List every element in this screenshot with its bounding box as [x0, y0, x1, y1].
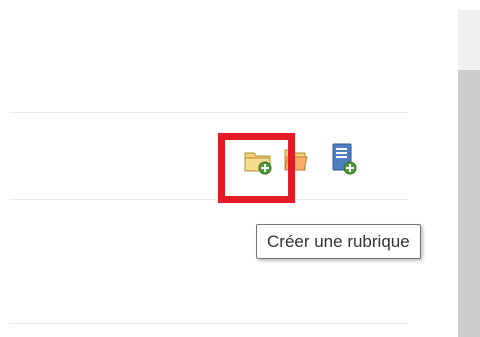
- highlight-box: [218, 133, 295, 203]
- scrollbar-thumb[interactable]: [458, 70, 480, 337]
- row-divider: [10, 199, 408, 200]
- row-divider: [10, 112, 408, 113]
- vertical-scrollbar[interactable]: [458, 10, 480, 337]
- tooltip: Créer une rubrique: [256, 224, 421, 259]
- add-document-icon[interactable]: [330, 141, 358, 177]
- row-divider: [10, 323, 408, 324]
